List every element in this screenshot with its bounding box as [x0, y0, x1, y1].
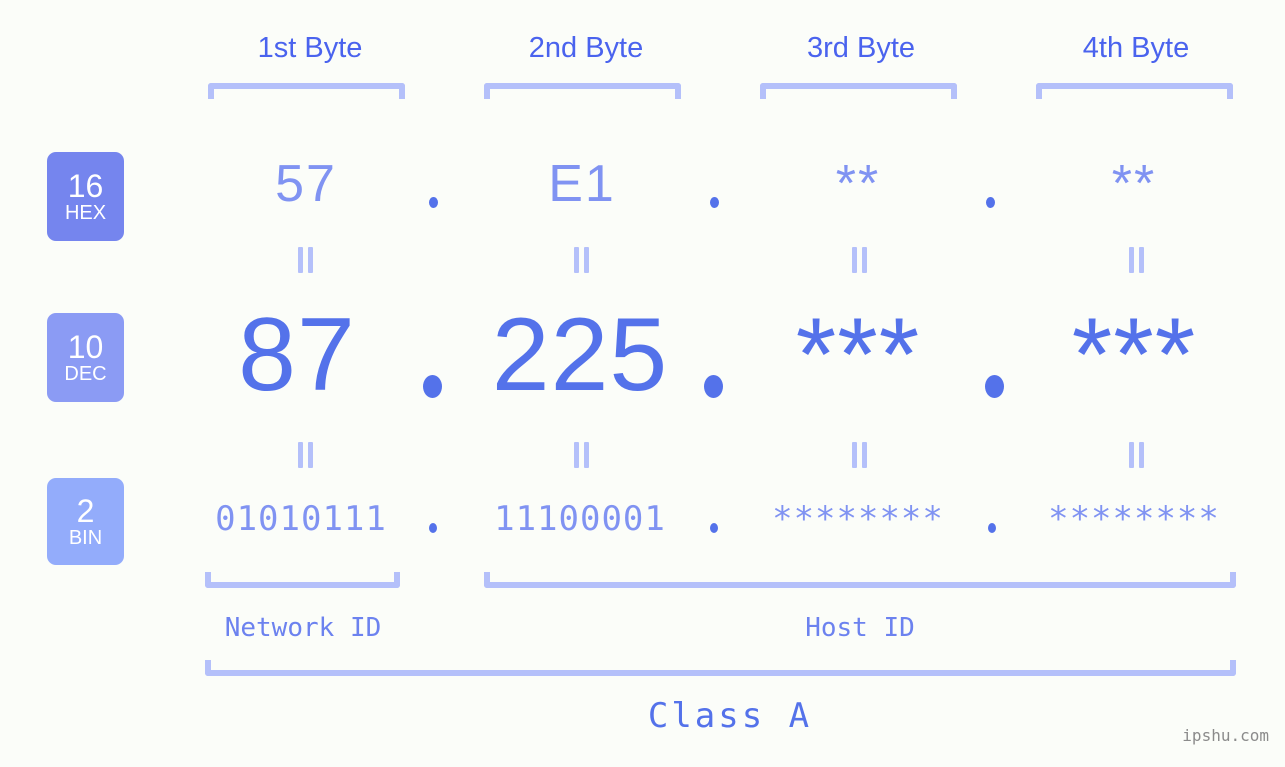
host-id-label: Host ID: [805, 613, 915, 643]
network-id-bracket: [205, 572, 400, 588]
base-badge-bin-number: 2: [76, 492, 95, 529]
ip-address-breakdown-diagram: 1st Byte 2nd Byte 3rd Byte 4th Byte 16 H…: [0, 0, 1285, 767]
base-badge-bin: 2 BIN: [47, 478, 124, 565]
dec-byte-4: ***: [1071, 297, 1197, 413]
bin-separator-dot-3: [988, 523, 996, 533]
bin-byte-4: ********: [1048, 499, 1220, 539]
class-label: Class A: [647, 696, 813, 736]
equality-connector-hex-dec-2: [567, 247, 597, 273]
byte-bracket-4: [1036, 83, 1233, 99]
base-badge-dec-name: DEC: [64, 362, 107, 385]
bin-separator-dot-1: [429, 523, 437, 533]
equality-connector-dec-bin-1: [291, 442, 321, 468]
bin-byte-3: ********: [772, 499, 944, 539]
base-badge-bin-name: BIN: [68, 526, 103, 549]
byte-bracket-2: [484, 83, 681, 99]
dec-byte-3: ***: [795, 297, 921, 413]
equality-connector-hex-dec-4: [1122, 247, 1152, 273]
byte-header-4: 4th Byte: [1082, 32, 1190, 64]
byte-header-2: 2nd Byte: [528, 32, 644, 64]
byte-bracket-3: [760, 83, 957, 99]
byte-header-3: 3rd Byte: [807, 32, 915, 64]
hex-byte-3: **: [835, 155, 881, 213]
bin-separator-dot-2: [710, 523, 718, 533]
base-badge-dec-number: 10: [67, 328, 104, 365]
dec-byte-1: 87: [238, 297, 356, 413]
base-badge-dec: 10 DEC: [47, 313, 124, 402]
base-badge-hex-number: 16: [67, 167, 104, 204]
hex-separator-dot-3: [986, 197, 995, 208]
hex-byte-2: E1: [548, 155, 616, 213]
equality-connector-dec-bin-2: [567, 442, 597, 468]
dec-separator-dot-2: [704, 375, 723, 398]
site-watermark: ipshu.com: [1182, 726, 1269, 745]
equality-connector-dec-bin-4: [1122, 442, 1152, 468]
class-bracket: [205, 660, 1236, 676]
bin-byte-2: 11100001: [494, 499, 666, 539]
hex-separator-dot-2: [710, 197, 719, 208]
equality-connector-hex-dec-3: [845, 247, 875, 273]
hex-byte-4: **: [1111, 155, 1157, 213]
host-id-bracket: [484, 572, 1236, 588]
byte-header-1: 1st Byte: [257, 32, 363, 64]
dec-separator-dot-1: [423, 375, 442, 398]
byte-bracket-1: [208, 83, 405, 99]
base-badge-hex: 16 HEX: [47, 152, 124, 241]
equality-connector-dec-bin-3: [845, 442, 875, 468]
equality-connector-hex-dec-1: [291, 247, 321, 273]
dec-separator-dot-3: [985, 375, 1004, 398]
hex-byte-1: 57: [275, 155, 337, 213]
network-id-label: Network ID: [224, 613, 382, 643]
dec-byte-2: 225: [491, 297, 669, 413]
base-badge-hex-name: HEX: [64, 201, 107, 224]
hex-separator-dot-1: [429, 197, 438, 208]
bin-byte-1: 01010111: [215, 499, 387, 539]
